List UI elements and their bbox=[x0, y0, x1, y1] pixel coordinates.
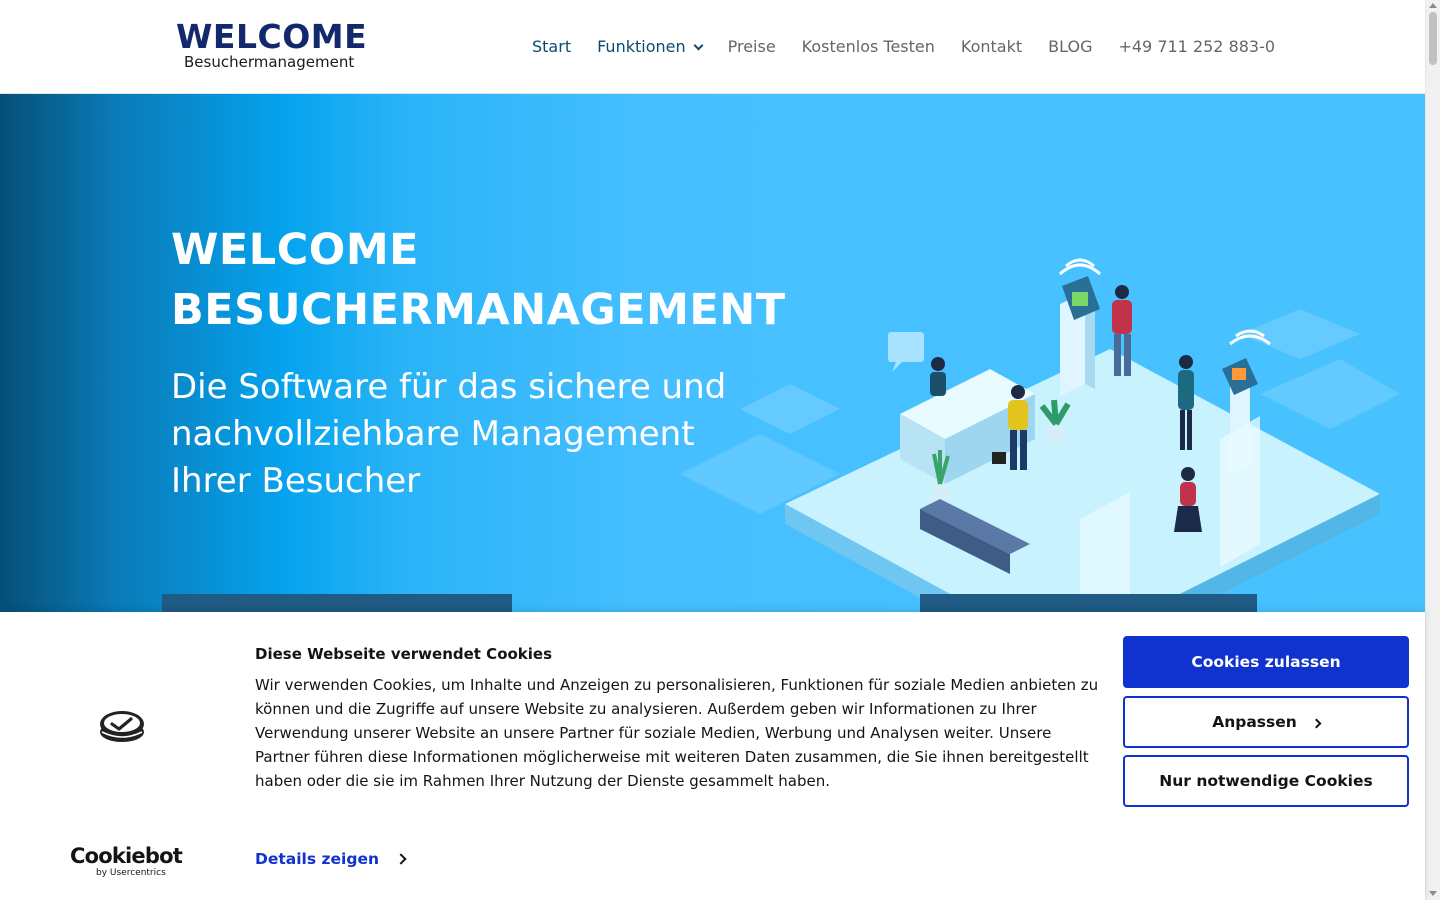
nav-item-label: Start bbox=[532, 37, 572, 56]
show-details-link[interactable]: Details zeigen bbox=[255, 850, 407, 868]
nav-item-kostenlos-testen[interactable]: Kostenlos Testen bbox=[802, 36, 935, 58]
customize-cookies-label: Anpassen bbox=[1212, 713, 1297, 731]
allow-all-cookies-label: Cookies zulassen bbox=[1191, 653, 1341, 671]
hero-card-left bbox=[162, 594, 512, 614]
cookie-banner: Cookiebot by Usercentrics Diese Webseite… bbox=[0, 612, 1425, 900]
nav-item-label: BLOG bbox=[1048, 37, 1093, 56]
main-nav: Start Funktionen Preise Kostenlos Testen… bbox=[532, 36, 1275, 58]
hero-card-right bbox=[920, 594, 1257, 614]
necessary-cookies-button[interactable]: Nur notwendige Cookies bbox=[1123, 755, 1409, 807]
chevron-right-icon bbox=[1311, 718, 1322, 728]
site-logo[interactable]: WELCOME Besuchermanagement bbox=[176, 20, 367, 71]
necessary-cookies-label: Nur notwendige Cookies bbox=[1159, 772, 1373, 790]
logo-tagline: Besuchermanagement bbox=[184, 53, 355, 71]
nav-item-label: Kontakt bbox=[960, 37, 1023, 56]
nav-item-funktionen[interactable]: Funktionen bbox=[597, 36, 704, 58]
site-header: WELCOME Besuchermanagement Start Funktio… bbox=[0, 0, 1425, 94]
nav-item-preise[interactable]: Preise bbox=[728, 36, 776, 58]
allow-all-cookies-button[interactable]: Cookies zulassen bbox=[1123, 636, 1409, 688]
cookiebot-byline: by Usercentrics bbox=[96, 868, 166, 878]
scroll-down-arrow-icon[interactable] bbox=[1429, 891, 1437, 896]
nav-item-label: +49 711 252 883-0 bbox=[1118, 37, 1276, 56]
scroll-thumb[interactable] bbox=[1429, 12, 1437, 65]
cookie-description: Wir verwenden Cookies, um Inhalte und An… bbox=[255, 676, 1099, 790]
logo-wordmark: WELCOME bbox=[176, 17, 368, 56]
nav-item-blog[interactable]: BLOG bbox=[1048, 36, 1092, 58]
nav-item-start[interactable]: Start bbox=[532, 36, 571, 58]
hero-section: WELCOME BESUCHERMANAGEMENT Die Software … bbox=[0, 94, 1425, 614]
customize-cookies-button[interactable]: Anpassen bbox=[1123, 696, 1409, 748]
nav-item-phone[interactable]: +49 711 252 883-0 bbox=[1118, 36, 1275, 58]
nav-item-label: Kostenlos Testen bbox=[801, 37, 935, 56]
scroll-up-arrow-icon[interactable] bbox=[1429, 3, 1437, 8]
cookiebot-icon bbox=[100, 711, 144, 742]
nav-item-label: Preise bbox=[727, 37, 776, 56]
cookiebot-wordmark: Cookiebot bbox=[70, 844, 183, 868]
chevron-down-icon bbox=[693, 40, 704, 50]
page-scrollbar[interactable] bbox=[1425, 0, 1440, 900]
nav-item-label: Funktionen bbox=[597, 37, 686, 56]
reception-illustration bbox=[680, 258, 1400, 614]
chevron-right-icon bbox=[395, 853, 407, 865]
cookiebot-logo: Cookiebot by Usercentrics bbox=[70, 844, 183, 878]
cookie-title: Diese Webseite verwendet Cookies bbox=[255, 645, 553, 663]
nav-item-kontakt[interactable]: Kontakt bbox=[961, 36, 1022, 58]
show-details-label: Details zeigen bbox=[255, 850, 379, 868]
